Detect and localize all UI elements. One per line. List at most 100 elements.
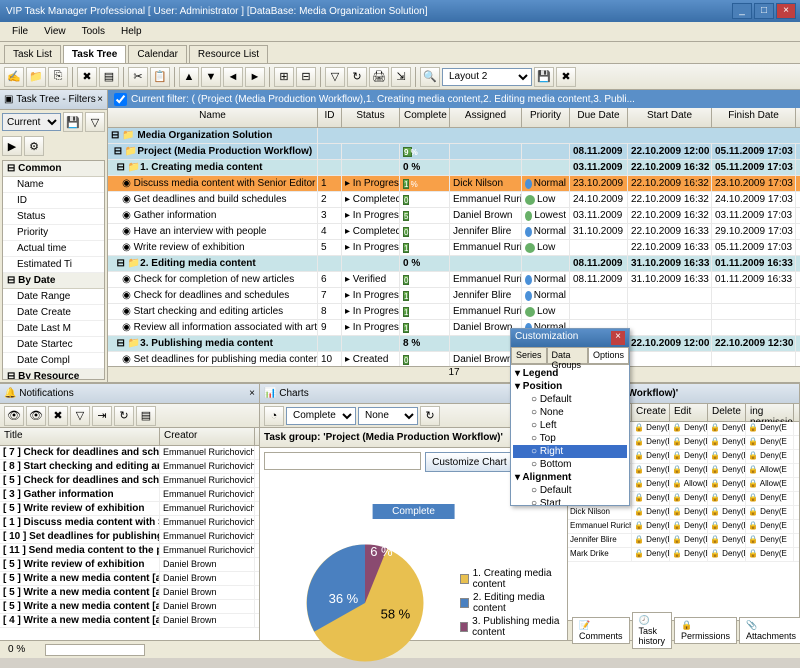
layout-del-icon[interactable]: ✖ <box>556 67 576 87</box>
perms-col[interactable]: Create <box>632 404 670 421</box>
filter-tree[interactable]: ⊟ CommonNameIDStatusPriorityActual timeE… <box>2 160 105 380</box>
filter-item[interactable]: Name <box>3 177 104 193</box>
table-row[interactable]: ◉ Review all information associated with… <box>108 320 800 336</box>
perms-row[interactable]: Mark Drike🔒 Deny(E🔒 Deny(E🔒 Deny(E🔒 Deny… <box>568 548 799 562</box>
table-row[interactable]: ◉ Discuss media content with Senior Edit… <box>108 176 800 192</box>
tab-calendar[interactable]: Calendar <box>128 45 187 63</box>
cut-icon[interactable]: ✂ <box>128 67 148 87</box>
folder-icon[interactable]: 📁 <box>26 67 46 87</box>
filter-clear-icon[interactable]: ▽ <box>85 112 105 132</box>
notif-row[interactable]: [ 10 ] Set deadlines for publishing medi… <box>0 530 259 544</box>
notif-del-icon[interactable]: ✖ <box>48 406 68 426</box>
notif-row[interactable]: [ 11 ] Send media content to the printer… <box>0 544 259 558</box>
table-row[interactable]: ⊟ 📁 1. Creating media content0 %03.11.20… <box>108 160 800 176</box>
notif-row[interactable]: [ 3 ] Gather informationEmmanuel Ruricho… <box>0 488 259 502</box>
expand-icon[interactable]: ⊞ <box>274 67 294 87</box>
filter-item[interactable]: Priority <box>3 225 104 241</box>
menu-file[interactable]: File <box>4 24 36 39</box>
filter-group[interactable]: ⊟ By Resource <box>3 369 104 380</box>
cust-tab-series[interactable]: Series <box>511 347 547 364</box>
notif-eye2-icon[interactable]: 👁 <box>26 406 46 426</box>
filter-item[interactable]: Date Create <box>3 305 104 321</box>
table-row[interactable]: ◉ Check for deadlines and schedules7▸ In… <box>108 288 800 304</box>
up-icon[interactable]: ▲ <box>179 67 199 87</box>
customize-option[interactable]: ○ Left <box>513 419 627 432</box>
cust-tab-options[interactable]: Options <box>588 347 629 364</box>
grid-col-header[interactable]: Start Date <box>628 108 712 127</box>
menu-tools[interactable]: Tools <box>74 24 113 39</box>
layout-select[interactable]: Layout 2 <box>442 68 532 86</box>
table-row[interactable]: ◉ Check for completion of new articles6▸… <box>108 272 800 288</box>
customize-option[interactable]: ○ Bottom <box>513 458 627 471</box>
grid-col-header[interactable]: Complete <box>400 108 450 127</box>
notif-filter-icon[interactable]: ▽ <box>70 406 90 426</box>
tab-resourcelist[interactable]: Resource List <box>189 45 268 63</box>
menu-help[interactable]: Help <box>113 24 150 39</box>
chart-type-icon[interactable]: ◔ <box>264 406 284 426</box>
filter-save-icon[interactable]: 💾 <box>63 112 83 132</box>
left-icon[interactable]: ◄ <box>223 67 243 87</box>
chart-field-select[interactable]: Complete <box>286 407 356 425</box>
notif-row[interactable]: [ 7 ] Check for deadlines and schedulesE… <box>0 446 259 460</box>
chart-filter-select[interactable]: None <box>358 407 418 425</box>
minimize-button[interactable]: _ <box>732 3 752 19</box>
down-icon[interactable]: ▼ <box>201 67 221 87</box>
grid-col-header[interactable]: Due Date <box>570 108 628 127</box>
notif-row[interactable]: [ 5 ] Write a new media content [article… <box>0 600 259 614</box>
filter-item[interactable]: Date Last M <box>3 321 104 337</box>
notif-close-icon[interactable]: × <box>249 388 255 399</box>
paste-icon[interactable]: 📋 <box>150 67 170 87</box>
table-row[interactable]: ◉ Have an interview with people4▸ Comple… <box>108 224 800 240</box>
customize-option[interactable]: ○ Top <box>513 432 627 445</box>
filter-group[interactable]: ⊟ By Date <box>3 273 104 289</box>
perms-col[interactable]: Delete <box>708 404 746 421</box>
table-row[interactable]: ⊟ 📁 Project (Media Production Workflow)9… <box>108 144 800 160</box>
customize-option[interactable]: ○ Default <box>513 393 627 406</box>
copy-icon[interactable]: ⎘ <box>48 67 68 87</box>
grid-col-header[interactable]: Status <box>342 108 400 127</box>
table-row[interactable]: ⊟ 📁 3. Publishing media content8 %22.10.… <box>108 336 800 352</box>
grid-col-header[interactable]: Priority <box>522 108 570 127</box>
perms-row[interactable]: Emmanuel Rurich🔒 Deny(E🔒 Deny(E🔒 Deny(E🔒… <box>568 520 799 534</box>
grid-col-header[interactable]: Assigned <box>450 108 522 127</box>
delete-icon[interactable]: ✖ <box>77 67 97 87</box>
hscroll-indicator[interactable]: 17 <box>108 366 800 382</box>
filter-item[interactable]: Status <box>3 209 104 225</box>
props-icon[interactable]: ▤ <box>99 67 119 87</box>
customize-chart-button[interactable]: Customize Chart <box>425 452 513 472</box>
table-row[interactable]: ◉ Set deadlines for publishing media con… <box>108 352 800 366</box>
notif-row[interactable]: [ 8 ] Start checking and editing article… <box>0 460 259 474</box>
menu-view[interactable]: View <box>36 24 74 39</box>
notif-row[interactable]: [ 4 ] Write a new media content [article… <box>0 614 259 628</box>
print-icon[interactable]: 🖨 <box>369 67 389 87</box>
grid-body[interactable]: ⊟ 📁 Media Organization Solution ⊟ 📁 Proj… <box>108 128 800 366</box>
notif-row[interactable]: [ 5 ] Write a new media content [article… <box>0 572 259 586</box>
perms-row[interactable]: Jennifer Blire🔒 Deny(E🔒 Deny(E🔒 Deny(E🔒 … <box>568 534 799 548</box>
right-icon[interactable]: ► <box>245 67 265 87</box>
panel-close-icon[interactable]: × <box>97 94 103 105</box>
notif-col-title[interactable]: Title <box>0 428 160 445</box>
tab-tasklist[interactable]: Task List <box>4 45 61 63</box>
chart-title-input[interactable] <box>264 452 421 470</box>
notif-cols-icon[interactable]: ▤ <box>136 406 156 426</box>
customize-option[interactable]: ○ Start <box>513 497 627 505</box>
customize-option[interactable]: ○ None <box>513 406 627 419</box>
perms-row[interactable]: Dick Nilson🔒 Deny(E🔒 Deny(E🔒 Deny(E🔒 Den… <box>568 506 799 520</box>
grid-col-header[interactable]: Name <box>108 108 318 127</box>
notif-nav-icon[interactable]: ⇥ <box>92 406 112 426</box>
filter-icon[interactable]: ▽ <box>325 67 345 87</box>
grid-col-header[interactable]: Finish Date <box>712 108 796 127</box>
filter-preset-select[interactable]: Current <box>2 113 61 131</box>
notif-col-creator[interactable]: Creator <box>160 428 255 445</box>
filter-opts-icon[interactable]: ⚙ <box>24 136 44 156</box>
table-row[interactable]: ⊟ 📁 Media Organization Solution <box>108 128 800 144</box>
filter-enable-checkbox[interactable] <box>114 93 127 106</box>
notif-row[interactable]: [ 1 ] Discuss media content with Senior … <box>0 516 259 530</box>
grid-col-header[interactable]: ID <box>318 108 342 127</box>
refresh-icon[interactable]: ↻ <box>347 67 367 87</box>
customize-option[interactable]: ○ Default <box>513 484 627 497</box>
notif-grid[interactable]: [ 7 ] Check for deadlines and schedulesE… <box>0 446 259 640</box>
maximize-button[interactable]: □ <box>754 3 774 19</box>
notif-eye-icon[interactable]: 👁 <box>4 406 24 426</box>
tab-tasktree[interactable]: Task Tree <box>63 45 126 63</box>
